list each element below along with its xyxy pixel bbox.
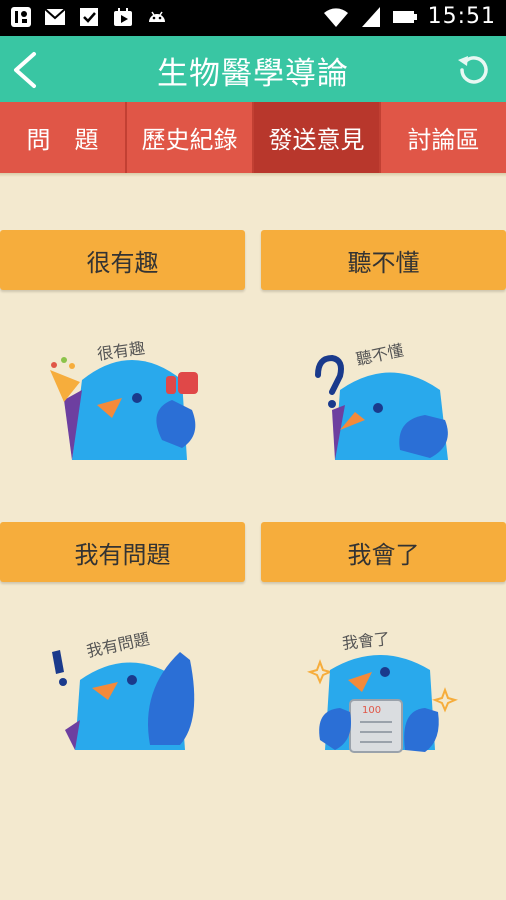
have-question-sticker[interactable]: 我有問題 [40,610,210,760]
svg-text:100: 100 [362,705,381,716]
android-icon [149,11,165,22]
refresh-icon [458,56,488,84]
chevron-left-icon [14,52,36,88]
dont-understand-button[interactable]: 聽不懂 [261,230,506,290]
checkbox-icon [80,8,98,26]
tab-send-feedback[interactable]: 發送意見 [254,102,381,173]
interesting-button[interactable]: 很有趣 [0,230,245,290]
got-it-button[interactable]: 我會了 [261,522,506,582]
interesting-sticker[interactable]: 很有趣 [42,320,212,470]
tab-questions[interactable]: 問 題 [0,102,127,173]
refresh-button[interactable] [454,50,494,90]
tab-bar-shadow [0,173,506,177]
dont-understand-sticker[interactable]: 聽不懂 [300,320,470,470]
back-button[interactable] [4,46,48,94]
sticker-caption: 我會了 [341,629,391,653]
status-bar: 15:51 [0,0,506,36]
battery-icon [392,10,417,23]
tab-discussion[interactable]: 討論區 [381,102,506,173]
got-it-sticker[interactable]: 我會了 100 [300,610,470,760]
gmail-icon [44,8,66,25]
app-bar: 生物醫學導論 [0,36,506,102]
wifi-icon [323,7,348,27]
play-store-icon [114,8,132,26]
sticker-caption: 很有趣 [96,338,146,363]
signal-icon [361,6,380,27]
sticker-caption: 我有問題 [85,629,152,661]
tab-history[interactable]: 歷史紀錄 [127,102,254,173]
have-question-button[interactable]: 我有問題 [0,522,245,582]
clock: 15:51 [427,4,496,29]
dashboard-icon [11,7,31,27]
sticker-caption: 聽不懂 [354,340,405,369]
tab-bar: 問 題 歷史紀錄 發送意見 討論區 [0,102,506,173]
page-title: 生物醫學導論 [157,56,349,92]
